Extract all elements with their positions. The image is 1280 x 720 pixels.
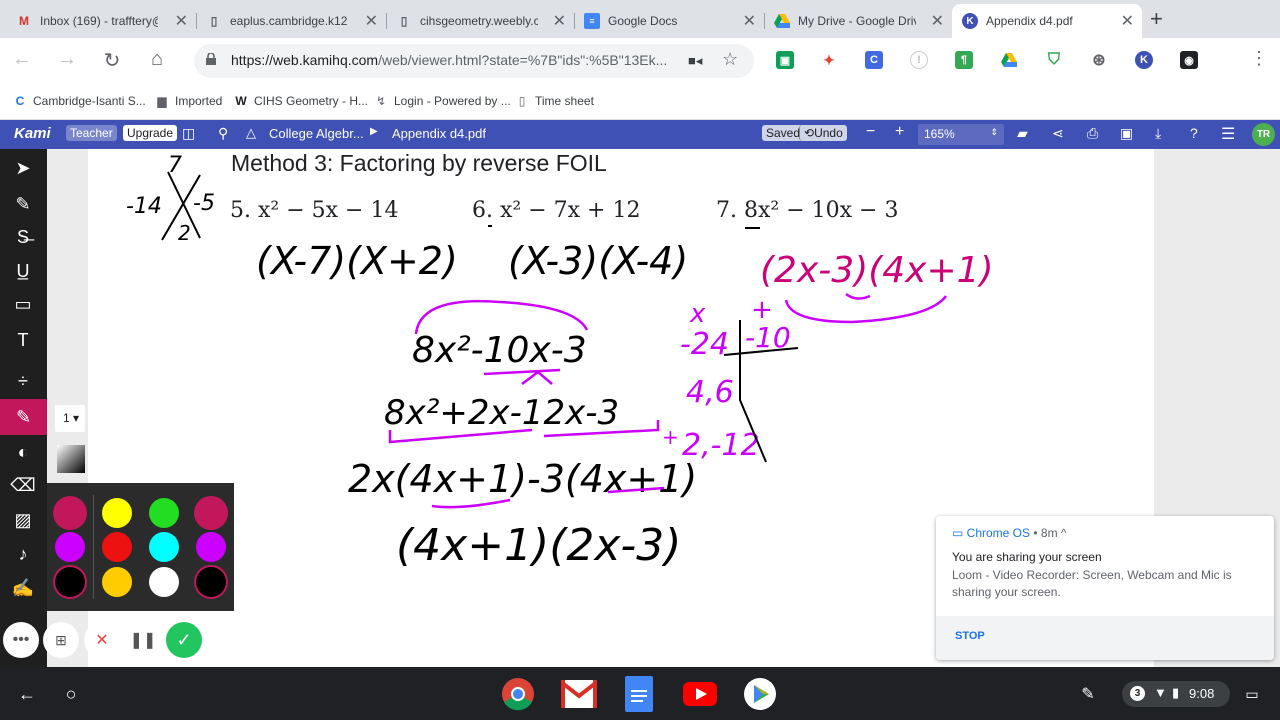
notification-meta: • 8m ^ — [1033, 526, 1067, 540]
back-arrow-icon[interactable]: ← — [7, 674, 47, 714]
ink-corner-bottom: 2 — [178, 221, 191, 245]
ink-table-row-2: 2,-12 — [682, 428, 760, 463]
ink-table-x: x — [689, 299, 706, 329]
pause-recording-button[interactable]: ❚❚ — [125, 622, 161, 658]
overview-icon[interactable]: ▭ — [1232, 674, 1272, 714]
freehand-pen-icon[interactable]: ✎ — [0, 399, 47, 435]
eraser-icon[interactable]: ⌫ — [10, 472, 36, 498]
notification-title: You are sharing your screen — [952, 550, 1102, 564]
wifi-icon: ▼ — [1154, 685, 1167, 700]
notification-count-badge: 3 — [1130, 686, 1145, 701]
ink-underline-ticks — [488, 225, 760, 229]
chrome-app-icon[interactable] — [498, 674, 538, 714]
ink-step-3: 2x(4x+1)-3(4x+1) — [348, 457, 697, 501]
chromeos-shelf: ← ○ ✎ ▭ — [0, 667, 1280, 720]
notification-source: Chrome OS — [966, 526, 1031, 540]
finish-recording-button[interactable]: ✓ — [166, 622, 202, 658]
ink-table-product: -24 — [680, 327, 729, 362]
ink-arc-answer-7 — [784, 295, 948, 324]
highlighter-icon[interactable]: ✎ — [10, 191, 36, 217]
gmail-app-icon[interactable] — [559, 674, 599, 714]
launcher-icon[interactable]: ○ — [51, 674, 91, 714]
notification-message: Loom - Video Recorder: Screen, Webcam an… — [952, 568, 1232, 599]
play-store-app-icon[interactable] — [740, 674, 780, 714]
notification-header: ▭ Chrome OS • 8m ^ — [952, 526, 1067, 540]
battery-icon: ▮ — [1172, 685, 1180, 700]
signature-icon[interactable]: ✍ — [10, 575, 36, 601]
color-swatch[interactable] — [149, 532, 179, 562]
color-swatch[interactable] — [102, 498, 132, 528]
color-palette — [47, 483, 234, 611]
ink-answer-7: (2x-3)(4x+1) — [760, 250, 994, 291]
status-tray[interactable]: 3 ▼ ▮ 9:08 — [1122, 681, 1230, 707]
ink-answer-5: (X-7)(X+2) — [256, 239, 458, 283]
image-icon[interactable]: ▨ — [10, 507, 36, 533]
opacity-picker[interactable] — [57, 445, 85, 473]
ink-table-marker: + — [662, 425, 679, 449]
thickness-value: 1 — [63, 411, 70, 425]
ink-corner-left: -14 — [126, 194, 162, 219]
color-swatch[interactable] — [55, 498, 85, 528]
comment-icon[interactable]: ▭ — [10, 291, 36, 317]
ink-step-1: 8x²-10x-3 — [412, 330, 587, 371]
shapes-icon[interactable]: ◐ — [10, 439, 36, 465]
screen: M Inbox (169) - trafftery@ ✕ ▯ eaplus.ca… — [0, 0, 1280, 720]
color-swatch[interactable] — [196, 567, 226, 597]
underline-icon[interactable]: U̲ — [10, 258, 36, 284]
ink-step-4: (4x+1)(2x-3) — [396, 520, 681, 571]
ink-step-2: 8x²+2x-12x-3 — [384, 393, 619, 433]
strikethrough-icon[interactable]: S̶ — [10, 224, 36, 250]
color-swatch[interactable] — [102, 532, 132, 562]
color-swatch[interactable] — [149, 567, 179, 597]
text-icon[interactable]: T — [10, 327, 36, 353]
screen-share-notification[interactable]: ▭ Chrome OS • 8m ^ You are sharing your … — [936, 516, 1274, 660]
pen-thickness-select[interactable]: 1 ▾ — [55, 405, 85, 432]
kami-tool-rail: ➤ ✎ S̶ U̲ ▭ T ÷ ✎ ◐ ⌫ ▨ ♪ ✍ » — [0, 149, 47, 667]
color-swatch[interactable] — [102, 567, 132, 597]
color-swatch[interactable] — [196, 532, 226, 562]
select-cursor-icon[interactable]: ➤ — [10, 155, 36, 181]
ink-underline-10x — [483, 368, 561, 385]
more-options-button[interactable]: ••• — [3, 622, 39, 658]
color-swatch[interactable] — [55, 567, 85, 597]
ink-table-row-1: 4,6 — [686, 375, 734, 410]
ink-answer-6: (X-3)(X-4) — [508, 239, 688, 283]
color-swatch[interactable] — [149, 498, 179, 528]
cancel-recording-button[interactable]: ✕ — [84, 622, 120, 658]
youtube-app-icon[interactable] — [680, 674, 720, 714]
camera-toggle-icon[interactable]: ⊞ — [43, 622, 79, 658]
color-swatch[interactable] — [196, 498, 226, 528]
stop-sharing-button[interactable]: STOP — [955, 630, 985, 642]
color-swatch[interactable] — [55, 532, 85, 562]
docs-app-icon[interactable] — [619, 674, 659, 714]
equation-icon[interactable]: ÷ — [10, 368, 36, 394]
ink-small-arc — [845, 292, 871, 300]
notification-footer: STOP — [936, 616, 1274, 660]
stylus-tools-icon[interactable]: ✎ — [1068, 674, 1108, 714]
audio-icon[interactable]: ♪ — [10, 541, 36, 567]
clock-time: 9:08 — [1189, 686, 1215, 701]
ink-corner-right: -5 — [193, 191, 215, 216]
